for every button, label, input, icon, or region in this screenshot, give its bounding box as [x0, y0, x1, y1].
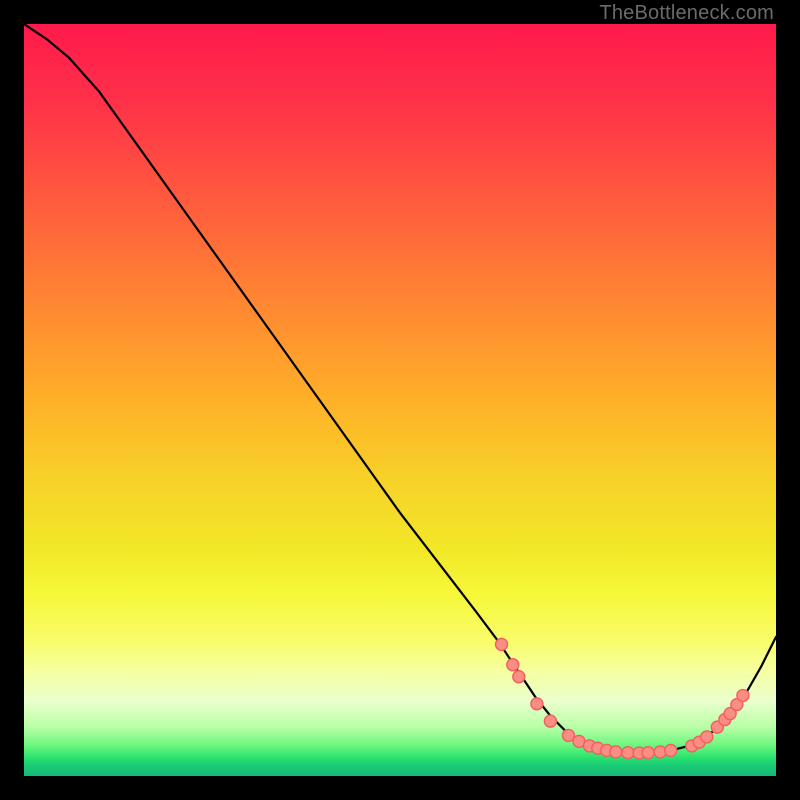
data-marker — [701, 731, 713, 743]
chart-stage: TheBottleneck.com — [0, 0, 800, 800]
data-curve — [24, 24, 776, 753]
data-marker — [496, 638, 508, 650]
watermark-text: TheBottleneck.com — [599, 2, 774, 25]
plot-area — [24, 24, 776, 776]
data-marker — [642, 747, 654, 759]
data-marker — [507, 659, 519, 671]
data-marker — [610, 746, 622, 758]
data-marker — [665, 744, 677, 756]
data-markers — [496, 638, 749, 759]
data-marker — [531, 698, 543, 710]
curve-layer — [24, 24, 776, 776]
data-marker — [737, 690, 749, 702]
data-marker — [622, 747, 634, 759]
data-marker — [513, 671, 525, 683]
data-marker — [544, 715, 556, 727]
